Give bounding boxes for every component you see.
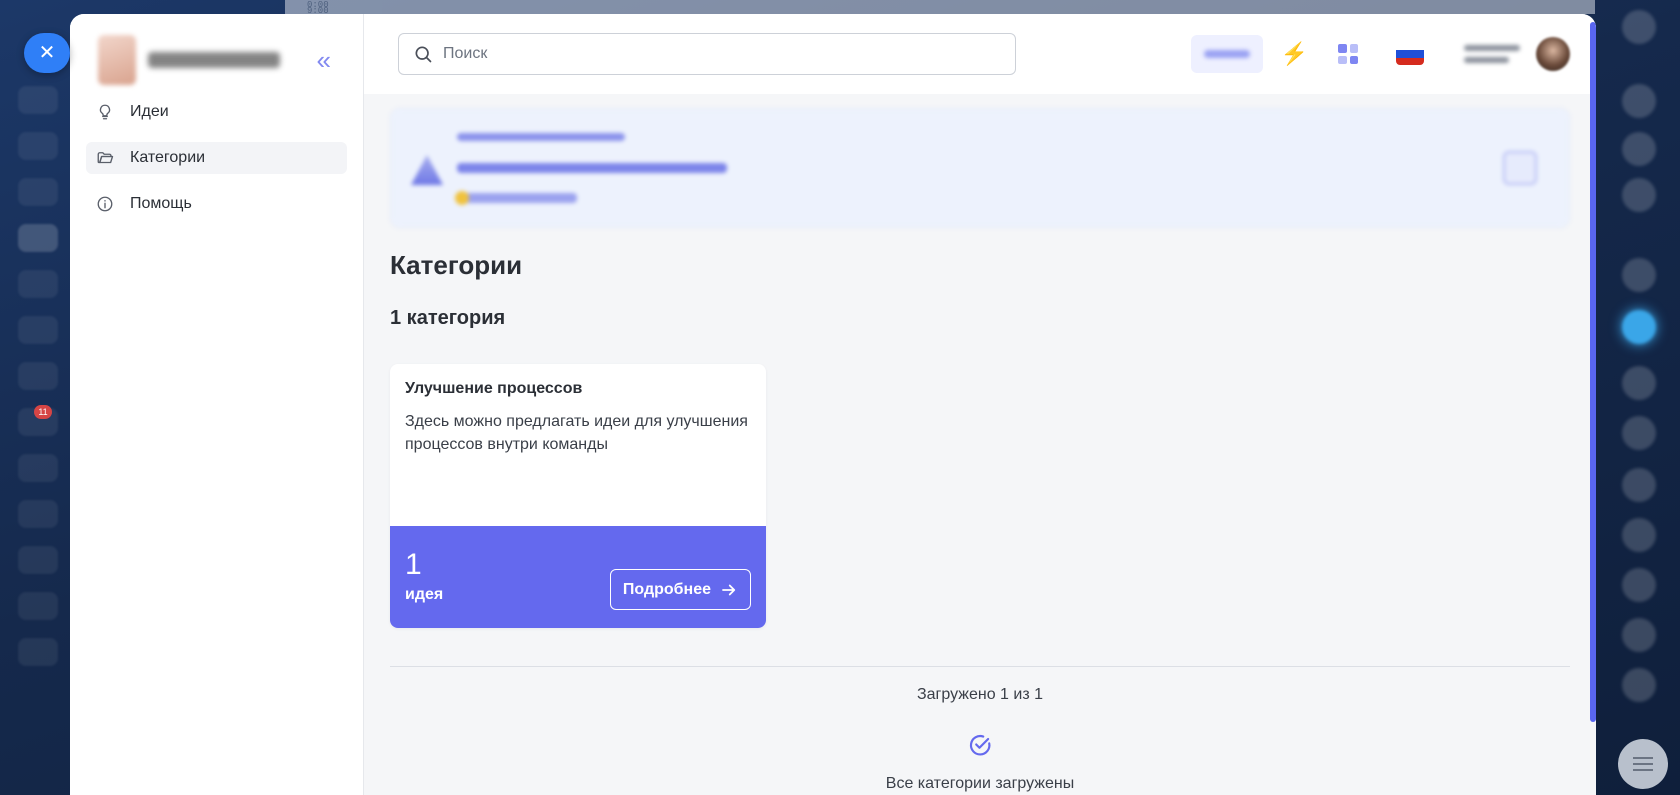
chat-widget-button[interactable] [1618, 739, 1668, 789]
category-title: Улучшение процессов [405, 380, 583, 397]
background-rail-icon [1622, 668, 1656, 702]
collapse-sidebar-icon[interactable]: « [317, 47, 331, 73]
menu-lines-icon [1633, 763, 1653, 765]
divider [390, 666, 1570, 667]
check-circle-icon [969, 734, 991, 756]
background-rail-icon [1622, 258, 1656, 292]
background-sidebar-item [18, 224, 58, 252]
background-sidebar-item [18, 592, 58, 620]
banner-icon [411, 155, 443, 185]
main-content: ⚡ Категории 1 категория Улу [364, 14, 1596, 795]
apps-grid-icon[interactable] [1338, 44, 1358, 64]
content-area: Категории 1 категория Улучшение процессо… [364, 94, 1596, 793]
banner-line [457, 133, 625, 141]
brand-logo [98, 35, 136, 85]
loaded-counter: Загружено 1 из 1 [916, 686, 1044, 703]
background-sidebar-item [18, 132, 58, 160]
banner-action-button[interactable] [1503, 151, 1537, 185]
page-title: Категории [390, 250, 523, 280]
background-avatar [1622, 10, 1656, 44]
modal-scrollbar[interactable] [1590, 22, 1596, 722]
background-right-rail [1600, 0, 1680, 795]
background-sidebar-item [18, 500, 58, 528]
close-modal-button[interactable]: ✕ [24, 33, 70, 73]
banner-line [457, 163, 727, 173]
background-rail-icon [1622, 468, 1656, 502]
background-rail-icon [1622, 518, 1656, 552]
folder-icon [97, 152, 114, 164]
background-rail-icon [1622, 618, 1656, 652]
background-sidebar-item [18, 86, 58, 114]
sidebar: « Идеи Категории Помощь [70, 14, 364, 795]
ideas-modal: « Идеи Категории Помощь Поиск ⚡ Категори… [70, 14, 1596, 795]
background-rail-icon [1622, 310, 1656, 344]
category-details-label: Подробнее [622, 580, 711, 598]
avatar[interactable] [1536, 37, 1570, 71]
background-sidebar-item [18, 362, 58, 390]
search-box[interactable] [398, 33, 1016, 75]
search-icon [415, 46, 432, 63]
search-input[interactable] [443, 45, 1001, 63]
background-sidebar-item [18, 178, 58, 206]
background-sidebar-item [18, 270, 58, 298]
brand-name [148, 52, 280, 68]
category-card-body: Улучшение процессов Здесь можно предлага… [390, 364, 766, 526]
user-name [1464, 39, 1520, 69]
sidebar-item-label: Помощь [130, 195, 192, 212]
background-sidebar-item [18, 454, 58, 482]
background-rail-icon [1622, 366, 1656, 400]
category-details-button[interactable]: Подробнее [609, 569, 751, 610]
background-sidebar: 11 [0, 0, 72, 795]
sidebar-item-help[interactable]: Помощь [86, 188, 347, 220]
topbar-actions: ⚡ [1190, 35, 1570, 73]
background-top-strip: 0:00 9:00 [285, 0, 1595, 16]
brand: « [86, 32, 347, 88]
banner-link[interactable] [455, 191, 577, 205]
plan-badge[interactable] [1190, 35, 1263, 73]
category-count: 1 категория [390, 307, 506, 329]
arrow-right-icon [722, 584, 736, 595]
topbar: ⚡ [364, 14, 1596, 94]
bolt-icon[interactable]: ⚡ [1281, 41, 1308, 67]
language-flag-icon[interactable] [1396, 43, 1424, 65]
category-card-footer: 1 идея Подробнее [390, 526, 766, 628]
sidebar-item-ideas[interactable]: Идеи [86, 96, 347, 128]
background-sidebar-item [18, 638, 58, 666]
lightbulb-icon [99, 104, 111, 120]
background-rail-icon [1622, 84, 1656, 118]
sidebar-item-label: Идеи [130, 103, 169, 120]
background-notification-badge: 11 [34, 405, 52, 419]
background-rail-icon [1622, 568, 1656, 602]
category-description: Здесь можно предлагать идеи для улучшени… [405, 413, 748, 453]
background-rail-icon [1622, 416, 1656, 450]
all-loaded-message: Все категории загружены [885, 775, 1075, 792]
background-sidebar-item [18, 316, 58, 344]
category-card: Улучшение процессов Здесь можно предлага… [390, 364, 766, 628]
sidebar-item-categories[interactable]: Категории [86, 142, 347, 174]
sidebar-item-label: Категории [130, 149, 206, 166]
background-rail-icon [1622, 132, 1656, 166]
background-sidebar-item [18, 546, 58, 574]
background-rail-icon [1622, 178, 1656, 212]
promo-banner [390, 108, 1570, 228]
info-icon [97, 196, 113, 212]
